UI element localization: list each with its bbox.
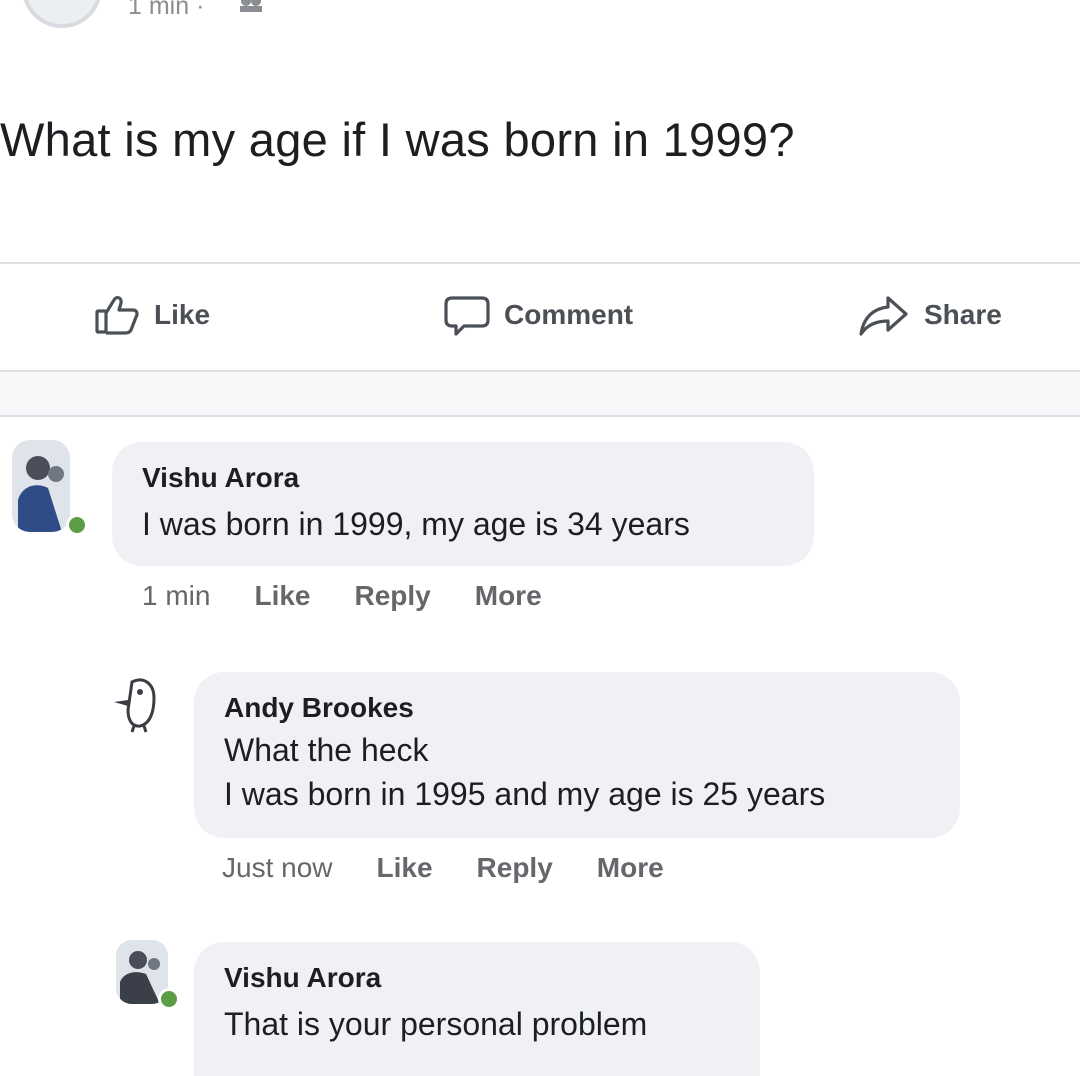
avatar[interactable]	[110, 672, 172, 734]
post-timestamp: 1 min ·	[128, 0, 205, 20]
comment-label: Comment	[504, 299, 634, 330]
divider	[0, 415, 1080, 417]
comment-author[interactable]: Vishu Arora	[142, 462, 784, 494]
poster-avatar[interactable]	[22, 0, 102, 28]
comment-text: What the heck	[224, 732, 429, 768]
comment-bubble: Andy Brookes What the heck I was born in…	[194, 672, 960, 838]
comment-button[interactable]: Comment	[444, 290, 633, 340]
thumbs-up-icon	[94, 294, 140, 336]
post-text: What is my age if I was born in 1999?	[0, 113, 795, 166]
reply-link[interactable]: Reply	[355, 580, 431, 612]
divider	[0, 262, 1080, 264]
like-label: Like	[154, 299, 211, 330]
share-label: Share	[924, 299, 1002, 330]
comment-text: That is your personal problem	[224, 1006, 648, 1042]
more-link[interactable]: More	[475, 580, 542, 612]
reply-link[interactable]: Reply	[477, 852, 553, 884]
comment-author[interactable]: Vishu Arora	[224, 962, 730, 994]
comment-author[interactable]: Andy Brookes	[224, 692, 930, 724]
like-link[interactable]: Like	[377, 852, 433, 884]
audience-icon	[238, 0, 264, 19]
comment-bubble: Vishu Arora I was born in 1999, my age i…	[112, 442, 814, 566]
comment-text: I was born in 1995 and my age is 25 year…	[224, 776, 826, 812]
more-link[interactable]: More	[597, 852, 664, 884]
comment-actions: Just now Like Reply More	[222, 852, 664, 884]
comment-timestamp[interactable]: Just now	[222, 852, 333, 884]
comment-timestamp[interactable]: 1 min	[142, 580, 210, 612]
online-status-dot	[158, 988, 180, 1010]
comment-actions: 1 min Like Reply More	[142, 580, 542, 612]
share-arrow-icon	[858, 294, 910, 336]
comments-separator	[0, 372, 1080, 416]
comment-text: I was born in 1999, my age is 34 years	[142, 506, 690, 542]
avatar[interactable]	[12, 440, 70, 532]
like-link[interactable]: Like	[254, 580, 310, 612]
share-button[interactable]: Share	[858, 290, 1002, 340]
comment-bubble: Vishu Arora That is your personal proble…	[194, 942, 760, 1076]
like-button[interactable]: Like	[94, 290, 210, 340]
speech-bubble-icon	[444, 294, 490, 336]
online-status-dot	[66, 514, 88, 536]
